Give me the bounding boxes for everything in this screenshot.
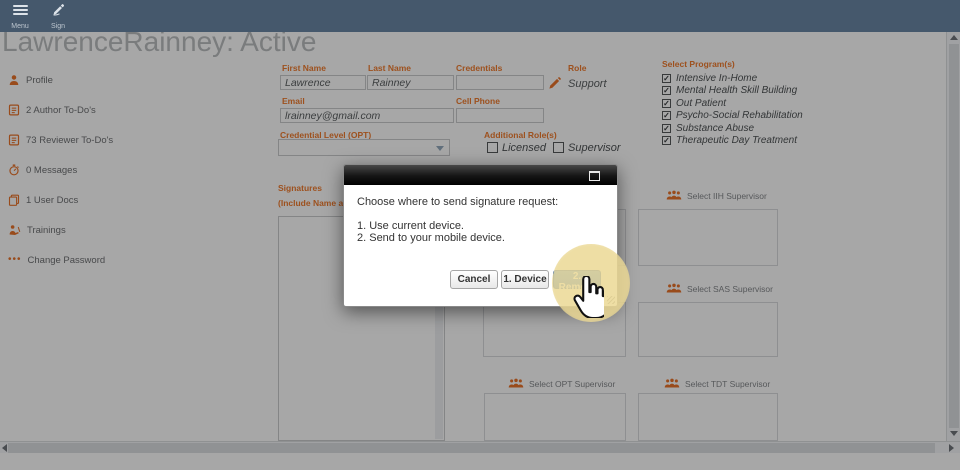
dialog-titlebar[interactable]	[344, 165, 617, 185]
dialog-option-2: 2. Send to your mobile device.	[357, 232, 505, 244]
dialog-option-1: 1. Use current device.	[357, 220, 464, 232]
maximize-icon[interactable]	[589, 171, 600, 181]
cancel-button[interactable]: Cancel	[450, 270, 498, 289]
sign-pen-icon	[51, 3, 65, 16]
resize-grip[interactable]	[607, 296, 615, 304]
device-button[interactable]: 1. Device	[501, 270, 549, 289]
remote-button[interactable]: 2. Remote	[553, 270, 601, 289]
sign-button[interactable]: Sign	[36, 3, 80, 30]
dialog-message: Choose where to send signature request:	[357, 196, 558, 208]
app-window: LawrenceRainney: Active Profile 2 Author…	[0, 0, 960, 470]
menu-icon	[13, 5, 28, 16]
signature-request-dialog: Choose where to send signature request: …	[343, 164, 618, 307]
topbar: Menu Sign	[0, 0, 960, 32]
